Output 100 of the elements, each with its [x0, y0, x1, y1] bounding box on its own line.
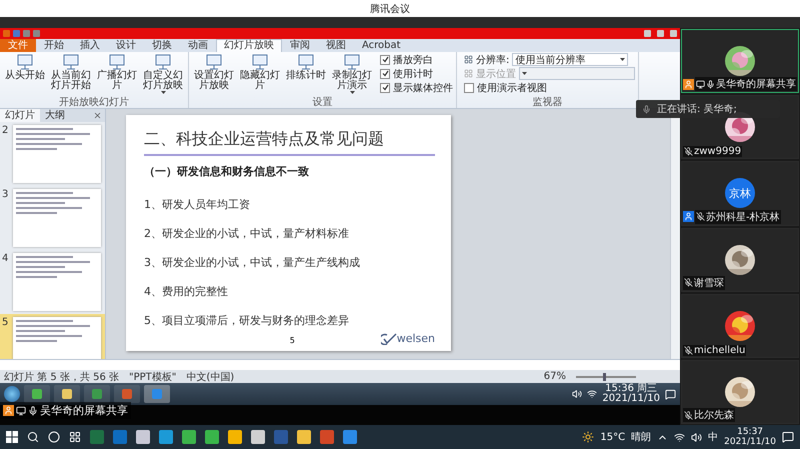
- ribbon-tab[interactable]: Acrobat: [354, 39, 409, 52]
- app-icon[interactable]: [24, 385, 50, 403]
- start-button[interactable]: [4, 386, 20, 402]
- slide-thumbnail[interactable]: [13, 189, 101, 247]
- slide-thumbnail[interactable]: [13, 125, 101, 183]
- screen-icon: [62, 53, 80, 71]
- share-text: 吴华奇的屏幕共享: [40, 403, 128, 418]
- ribbon-button[interactable]: 从当前幻灯片开始: [49, 53, 93, 97]
- search-icon[interactable]: [27, 431, 39, 443]
- ribbon-tab[interactable]: 动画: [180, 39, 216, 52]
- checkbox[interactable]: [380, 54, 390, 64]
- participant-name: 谢雪琛: [694, 276, 724, 290]
- ribbon-tab[interactable]: 开始: [36, 39, 72, 52]
- group-label: 设置: [312, 97, 334, 108]
- network-icon[interactable]: [587, 389, 598, 399]
- slide-bullet: 5、项目立项滞后，研发与财务的理念差异: [144, 313, 350, 328]
- slide-thumbnail[interactable]: [13, 253, 101, 311]
- group-label: 监视器: [532, 97, 564, 108]
- ribbon-button[interactable]: 排练计时: [284, 53, 328, 97]
- ribbon-tab[interactable]: 幻灯片放映: [216, 39, 282, 52]
- screen-icon: [251, 53, 269, 71]
- slide-number: 4: [2, 253, 10, 266]
- ribbon-button[interactable]: 广播幻灯片: [95, 53, 139, 97]
- notification-icon[interactable]: [782, 431, 794, 443]
- participant-name: 比尔先森: [694, 408, 734, 422]
- participant-tile[interactable]: 比尔先森: [681, 360, 799, 424]
- status-text: "PPT模板": [128, 370, 176, 384]
- option-label: 显示媒体控件: [393, 82, 453, 94]
- panel-tab[interactable]: 幻灯片: [0, 109, 40, 122]
- ribbon-tab[interactable]: 设计: [108, 39, 144, 52]
- slide-thumbnail[interactable]: [13, 317, 101, 359]
- mic-icon: [642, 104, 651, 114]
- scrollbar[interactable]: [670, 115, 680, 359]
- grid-icon: [464, 69, 473, 78]
- caret-icon: [620, 58, 626, 61]
- option-label: 播放旁白: [393, 54, 433, 66]
- zoom-thumb[interactable]: [603, 372, 606, 380]
- participant-tile[interactable]: michellelu: [681, 294, 799, 358]
- caret-icon: [522, 72, 527, 75]
- option-label: 显示位置: [476, 68, 516, 80]
- windows-logo-icon[interactable]: [6, 431, 18, 443]
- status-text: 幻灯片 第 5 张，共 56 张: [4, 370, 119, 384]
- screen-icon: [16, 53, 34, 71]
- ribbon-tab[interactable]: 插入: [72, 39, 108, 52]
- participant-tile[interactable]: 京林 苏州科星-朴京林: [681, 161, 799, 226]
- ribbon-tab[interactable]: 审阅: [282, 39, 318, 52]
- task-view-icon[interactable]: [69, 431, 81, 443]
- panel-tab[interactable]: 大纲: [40, 109, 70, 122]
- checkbox[interactable]: [380, 82, 390, 92]
- slide-bullet: 2、研发企业的小试，中试，量产材料标准: [144, 226, 350, 241]
- slide-number: 2: [2, 125, 10, 138]
- app-icon[interactable]: [54, 385, 80, 403]
- ribbon-button[interactable]: 录制幻灯片演示: [330, 53, 374, 97]
- screen-icon: [108, 53, 126, 71]
- slide-subtitle: （一）研发信息和财务信息不一致: [144, 164, 310, 179]
- volume-icon[interactable]: [691, 432, 702, 442]
- app-icon[interactable]: [84, 385, 110, 403]
- screen-icon: [343, 53, 361, 71]
- screen-icon: [297, 53, 315, 71]
- grid-icon: [464, 55, 473, 64]
- input-method[interactable]: 中: [708, 430, 718, 444]
- avatar: 京林: [725, 178, 755, 208]
- slide-bullet: 4、费用的完整性: [144, 284, 229, 299]
- cortana-icon[interactable]: [48, 431, 60, 443]
- ribbon-button[interactable]: 从头开始: [3, 53, 47, 97]
- ribbon-button[interactable]: 设置幻灯片放映: [192, 53, 236, 97]
- sun-icon: [582, 431, 594, 443]
- zoom-reading: 67%: [544, 371, 566, 382]
- ribbon-tab[interactable]: 视图: [318, 39, 354, 52]
- clock[interactable]: 15:36 周三 2021/11/10: [602, 384, 660, 404]
- clock[interactable]: 15:37 2021/11/10: [724, 427, 776, 447]
- volume-icon[interactable]: [572, 389, 582, 399]
- screen-icon: [154, 53, 172, 71]
- mic-icon: [28, 406, 38, 416]
- participant-name: 苏州科星-朴京林: [706, 210, 780, 224]
- participant-tile[interactable]: 谢雪琛: [681, 228, 799, 292]
- checkbox[interactable]: [464, 82, 474, 92]
- screen-share-icon: [16, 406, 26, 416]
- notification-icon[interactable]: [665, 388, 676, 400]
- dropdown-field[interactable]: 使用当前分辨率: [512, 53, 628, 66]
- network-icon[interactable]: [674, 432, 686, 442]
- checkbox[interactable]: [380, 68, 390, 78]
- ribbon-tab[interactable]: 切换: [144, 39, 180, 52]
- screen-icon: [205, 53, 223, 71]
- slide-title: 二、科技企业运营特点及常见问题: [144, 129, 435, 156]
- caret-icon: [160, 91, 166, 94]
- logo-text: welsen: [396, 332, 435, 345]
- slide-number: 3: [2, 189, 10, 202]
- caret-icon: [350, 91, 354, 94]
- dropdown-field[interactable]: [519, 67, 635, 80]
- ribbon-button[interactable]: 自定义幻灯片放映: [141, 53, 185, 97]
- slide-bullet: 1、研发人员年均工资: [144, 197, 251, 212]
- close-icon[interactable]: [93, 111, 102, 120]
- temperature: 15°C: [600, 432, 626, 442]
- status-text: 中文(中国): [186, 370, 234, 384]
- check-logo-icon: [380, 332, 397, 344]
- weather-text: 晴朗: [631, 430, 652, 444]
- slide-number: 5: [2, 317, 10, 330]
- ribbon-button[interactable]: 隐藏幻灯片: [238, 53, 282, 97]
- participant-tile[interactable]: 吴华奇的屏幕共享: [681, 29, 799, 94]
